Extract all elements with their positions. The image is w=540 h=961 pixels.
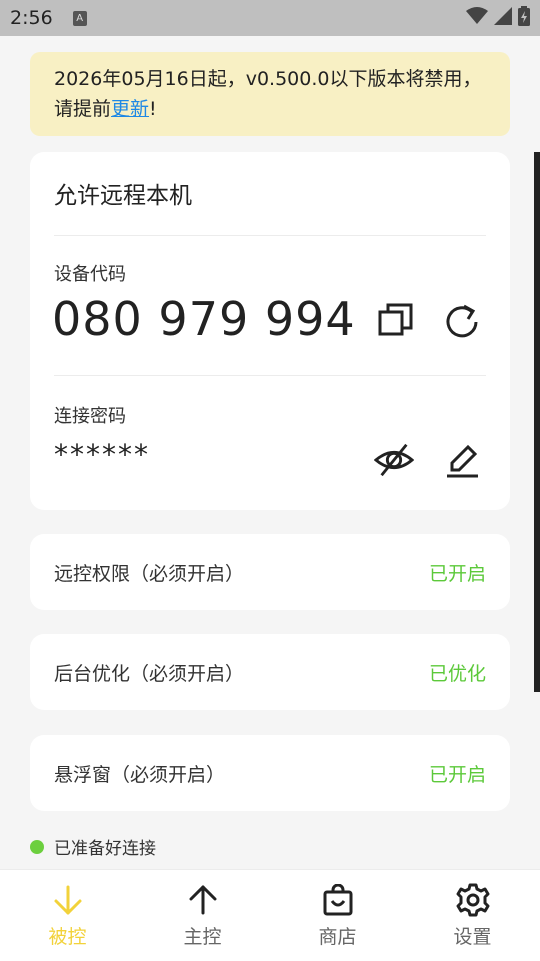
divider [54, 235, 486, 236]
nav-item-controlled[interactable]: 被控 [0, 870, 135, 961]
eye-off-icon[interactable] [374, 440, 414, 480]
status-bar: 2:56 A [0, 0, 540, 36]
a-icon: A [72, 10, 87, 26]
permission-row-remote[interactable]: 远控权限（必须开启） 已开启 [30, 534, 510, 610]
gear-icon [455, 882, 491, 918]
permission-status: 已开启 [428, 763, 486, 786]
arrow-down-icon [50, 882, 86, 918]
update-banner: 2026年05月16日起，v0.500.0以下版本将禁用，请提前更新! [30, 52, 510, 136]
ready-status: 已准备好连接 [30, 834, 156, 859]
nav-label: 主控 [183, 926, 222, 948]
permission-label: 后台优化（必须开启） [54, 662, 245, 685]
arrow-up-icon [185, 882, 221, 918]
permission-row-overlay[interactable]: 悬浮窗（必须开启） 已开启 [30, 735, 510, 811]
battery-icon [518, 6, 530, 30]
password-label: 连接密码 [54, 406, 126, 427]
nav-label: 被控 [48, 926, 87, 948]
remote-access-card: 允许远程本机 设备代码 080 979 994 连接密码 ****** [30, 152, 510, 510]
shopping-bag-icon [320, 882, 356, 918]
banner-exclaim: ! [149, 98, 157, 120]
password-mask: ****** [54, 438, 150, 471]
nav-item-settings[interactable]: 设置 [405, 870, 540, 961]
refresh-icon[interactable] [442, 300, 482, 340]
signal-icon [494, 7, 512, 29]
device-code: 080 979 994 [52, 292, 356, 346]
status-dot-icon [30, 839, 44, 854]
nav-label: 商店 [318, 926, 357, 948]
permission-label: 远控权限（必须开启） [54, 562, 245, 585]
permission-label: 悬浮窗（必须开启） [54, 763, 226, 786]
nav-item-store[interactable]: 商店 [270, 870, 405, 961]
copy-icon[interactable] [376, 300, 416, 340]
permission-status: 已优化 [428, 662, 486, 685]
status-icons [466, 6, 530, 30]
status-time: 2:56 [10, 7, 53, 29]
card-title: 允许远程本机 [54, 183, 192, 209]
divider [54, 375, 486, 376]
bottom-nav: 被控 主控 商店 设置 [0, 869, 540, 961]
ready-status-text: 已准备好连接 [54, 839, 156, 859]
nav-label: 设置 [453, 926, 492, 948]
nav-item-control[interactable]: 主控 [135, 870, 270, 961]
permission-status: 已开启 [428, 562, 486, 585]
permission-row-background[interactable]: 后台优化（必须开启） 已优化 [30, 634, 510, 710]
device-code-label: 设备代码 [54, 264, 126, 285]
edit-icon[interactable] [442, 440, 482, 480]
update-link[interactable]: 更新 [111, 98, 149, 120]
scrollbar[interactable] [534, 152, 540, 692]
wifi-icon [466, 7, 488, 29]
